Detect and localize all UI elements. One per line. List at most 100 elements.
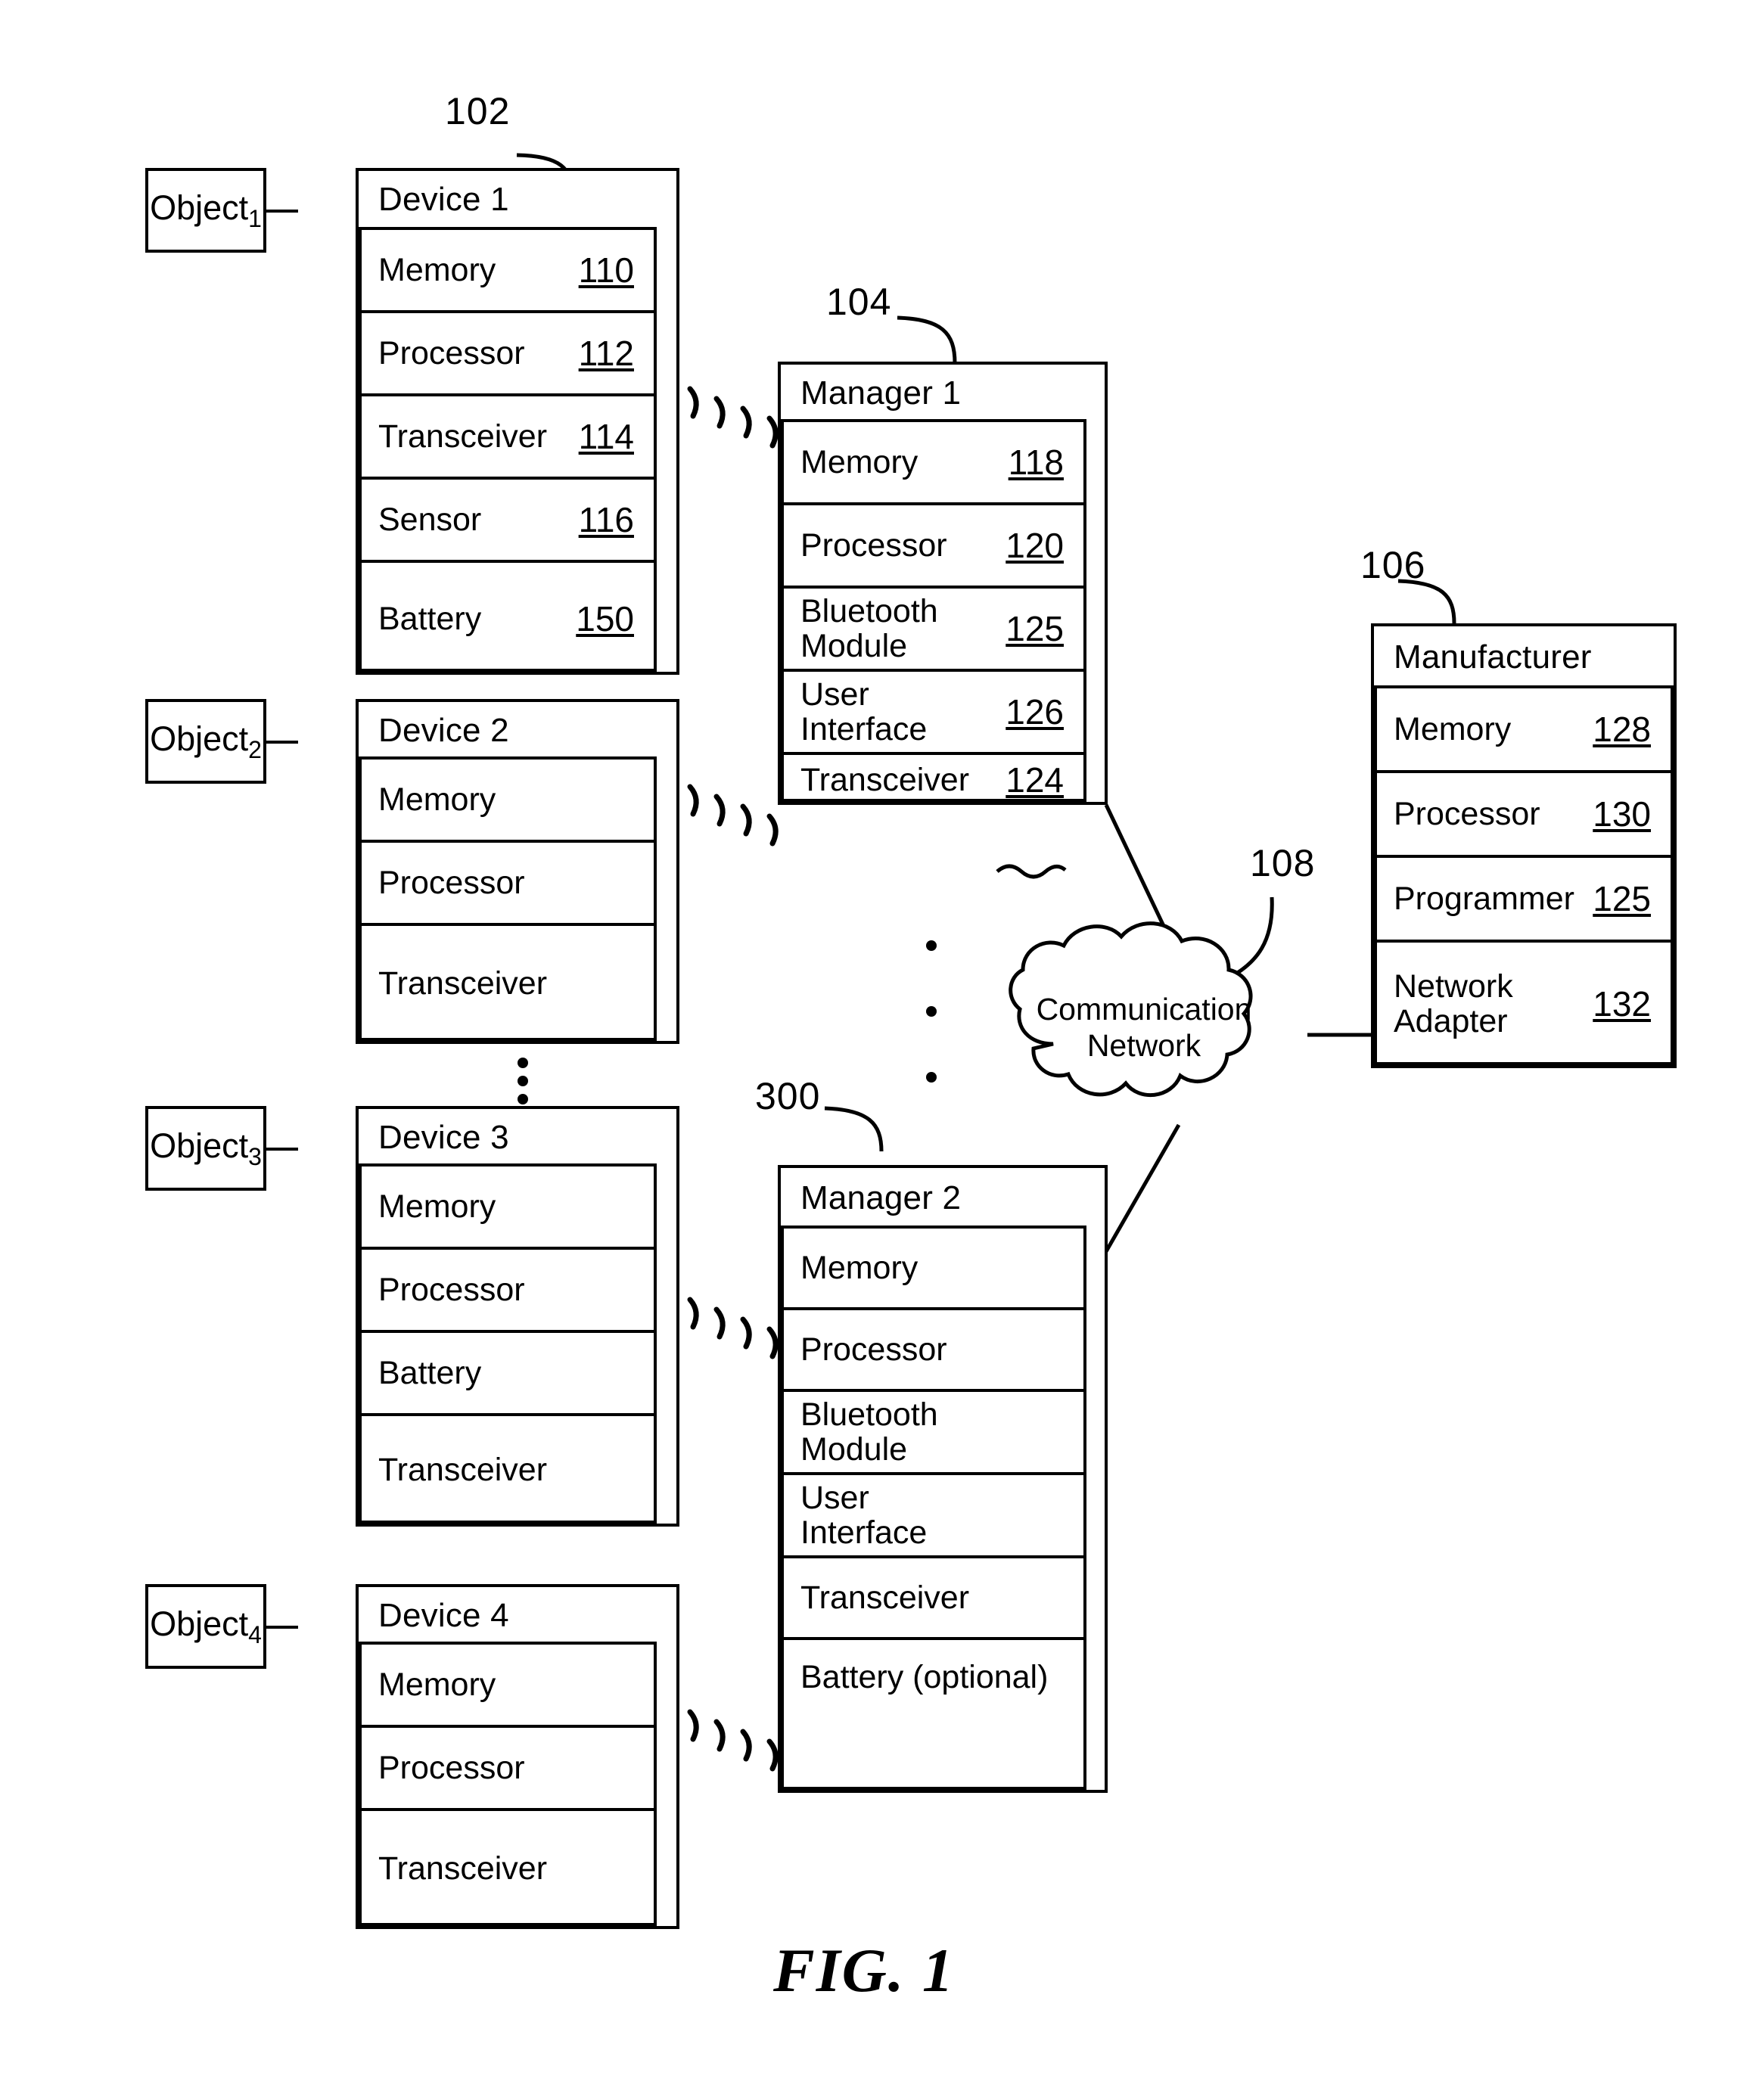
device-3-row-memory: Memory <box>362 1166 654 1250</box>
device-1-row-transceiver: Transceiver 114 <box>362 396 654 480</box>
wireless-signal-device2 <box>687 784 779 847</box>
wireless-signal-device3 <box>687 1297 779 1359</box>
manager-2-row-processor: Processor <box>784 1310 1083 1392</box>
device-4-components: Memory Processor Transceiver <box>359 1642 657 1926</box>
device-4-title-row: Device 4 <box>359 1587 676 1645</box>
device-1-row-sensor: Sensor 116 <box>362 480 654 563</box>
manager-2-title: Manager 2 <box>800 1179 962 1216</box>
device-2-components: Memory Processor Transceiver <box>359 756 657 1041</box>
manufacturer-network-adapter-ref: 132 <box>1593 984 1651 1024</box>
device-1-sensor-label: Sensor <box>378 501 482 538</box>
manufacturer-row-processor: Processor 130 <box>1377 773 1671 858</box>
device-4-processor-label: Processor <box>378 1749 525 1786</box>
manager-2-row-bluetooth-module: Bluetooth Module <box>784 1392 1083 1475</box>
manager-1-processor-label: Processor <box>800 527 947 564</box>
manager-1-ui-label: User Interface <box>800 676 928 747</box>
wireless-signal-device1 <box>687 386 779 449</box>
reference-numeral-106: 106 <box>1360 544 1426 586</box>
manager-1-bluetooth-ref: 125 <box>1006 609 1064 648</box>
manager-2-battery-label: Battery (optional) <box>800 1658 1049 1695</box>
device-3-row-transceiver: Transceiver <box>362 1416 654 1524</box>
device-1-row-processor: Processor 112 <box>362 313 654 396</box>
device-1-row-battery: Battery 150 <box>362 563 654 675</box>
manufacturer-row-network-adapter: Network Adapter 132 <box>1377 943 1671 1065</box>
object-1-label: Object1 <box>150 188 262 233</box>
device-1-title: Device 1 <box>378 181 509 218</box>
device-2-memory-label: Memory <box>378 781 496 818</box>
reference-numeral-300: 300 <box>755 1075 821 1117</box>
manufacturer-row-programmer: Programmer 125 <box>1377 858 1671 943</box>
manager-2-row-battery: Battery (optional) <box>784 1640 1083 1714</box>
object-3-box: Object3 <box>145 1106 266 1191</box>
device-3-title-row: Device 3 <box>359 1109 676 1166</box>
object-2-index: 2 <box>248 735 262 763</box>
manager-2-ui-label: User Interface <box>800 1479 928 1551</box>
object-4-connector <box>266 1626 298 1629</box>
device-2-row-transceiver: Transceiver <box>362 926 654 1041</box>
reference-numeral-104: 104 <box>826 281 892 323</box>
device-4-title: Device 4 <box>378 1597 509 1634</box>
manufacturer-components: Memory 128 Processor 130 Programmer 125 … <box>1374 685 1674 1065</box>
object-2-name: Object <box>150 719 249 758</box>
manufacturer-processor-label: Processor <box>1394 795 1540 832</box>
device-3-components: Memory Processor Battery Transceiver <box>359 1163 657 1524</box>
device-2-title-row: Device 2 <box>359 702 676 760</box>
reference-numeral-102: 102 <box>445 90 511 132</box>
object-4-index: 4 <box>248 1620 262 1648</box>
device-3-processor-label: Processor <box>378 1271 525 1308</box>
object-2-box: Object2 <box>145 699 266 784</box>
manager-2-row-transceiver: Transceiver <box>784 1558 1083 1640</box>
device-3-transceiver-label: Transceiver <box>378 1451 548 1488</box>
manufacturer-memory-ref: 128 <box>1593 710 1651 749</box>
device-3-row-battery: Battery <box>362 1333 654 1416</box>
device-4-memory-label: Memory <box>378 1666 496 1703</box>
object-1-name: Object <box>150 188 249 227</box>
device-4-transceiver-label: Transceiver <box>378 1850 548 1887</box>
manufacturer-row-memory: Memory 128 <box>1377 688 1671 773</box>
manufacturer-title-row: Manufacturer <box>1374 626 1674 688</box>
manager-1-transceiver-label: Transceiver <box>800 761 970 798</box>
device-1-sensor-ref: 116 <box>578 500 634 539</box>
device-2-title: Device 2 <box>378 712 509 749</box>
device-1-battery-ref: 150 <box>576 599 634 638</box>
manufacturer-programmer-label: Programmer <box>1394 880 1574 917</box>
manager-2-memory-label: Memory <box>800 1249 919 1286</box>
manager-1-row-transceiver: Transceiver 124 <box>784 755 1083 805</box>
wireless-signal-device4 <box>687 1709 779 1772</box>
device-1-processor-ref: 112 <box>578 334 634 373</box>
device-1-transceiver-ref: 114 <box>578 417 634 456</box>
manager-1-row-bluetooth-module: Bluetooth Module 125 <box>784 589 1083 672</box>
manager-1-title-row: Manager 1 <box>781 365 1105 422</box>
manufacturer-title: Manufacturer <box>1394 638 1592 676</box>
device-2-row-memory: Memory <box>362 760 654 843</box>
object-1-index: 1 <box>248 204 262 232</box>
lead-line-108 <box>1231 896 1274 978</box>
manager-2-transceiver-label: Transceiver <box>800 1579 970 1616</box>
device-3-battery-label: Battery <box>378 1354 482 1391</box>
object-4-label: Object4 <box>150 1605 262 1649</box>
manager-2-row-memory: Memory <box>784 1229 1083 1310</box>
lead-line-106 <box>1397 579 1456 624</box>
device-1-components: Memory 110 Processor 112 Transceiver 114… <box>359 227 657 672</box>
object-3-name: Object <box>150 1126 249 1165</box>
manager-1-title: Manager 1 <box>800 374 962 412</box>
manager-1-components: Memory 118 Processor 120 Bluetooth Modul… <box>781 419 1086 802</box>
manager-2-row-user-interface: User Interface <box>784 1475 1083 1558</box>
device-3-title: Device 3 <box>378 1119 509 1156</box>
manager-1-ui-ref: 126 <box>1006 692 1064 732</box>
device-4-row-memory: Memory <box>362 1645 654 1728</box>
object-1-box: Object1 <box>145 168 266 253</box>
communication-network-label: Communication Network <box>1034 991 1254 1064</box>
manager-2-bluetooth-label: Bluetooth Module <box>800 1396 938 1468</box>
device-4-row-processor: Processor <box>362 1728 654 1811</box>
device-2-row-processor: Processor <box>362 843 654 926</box>
object-2-connector <box>266 741 298 744</box>
manager-2-title-row: Manager 2 <box>781 1168 1105 1229</box>
manager-1-transceiver-ref: 124 <box>1006 760 1064 800</box>
device-1-title-row: Device 1 <box>359 171 676 228</box>
object-2-label: Object2 <box>150 719 262 764</box>
device-1-processor-label: Processor <box>378 334 525 371</box>
manager-2-processor-label: Processor <box>800 1331 947 1368</box>
object-3-connector <box>266 1148 298 1151</box>
manufacturer-processor-ref: 130 <box>1593 794 1651 834</box>
